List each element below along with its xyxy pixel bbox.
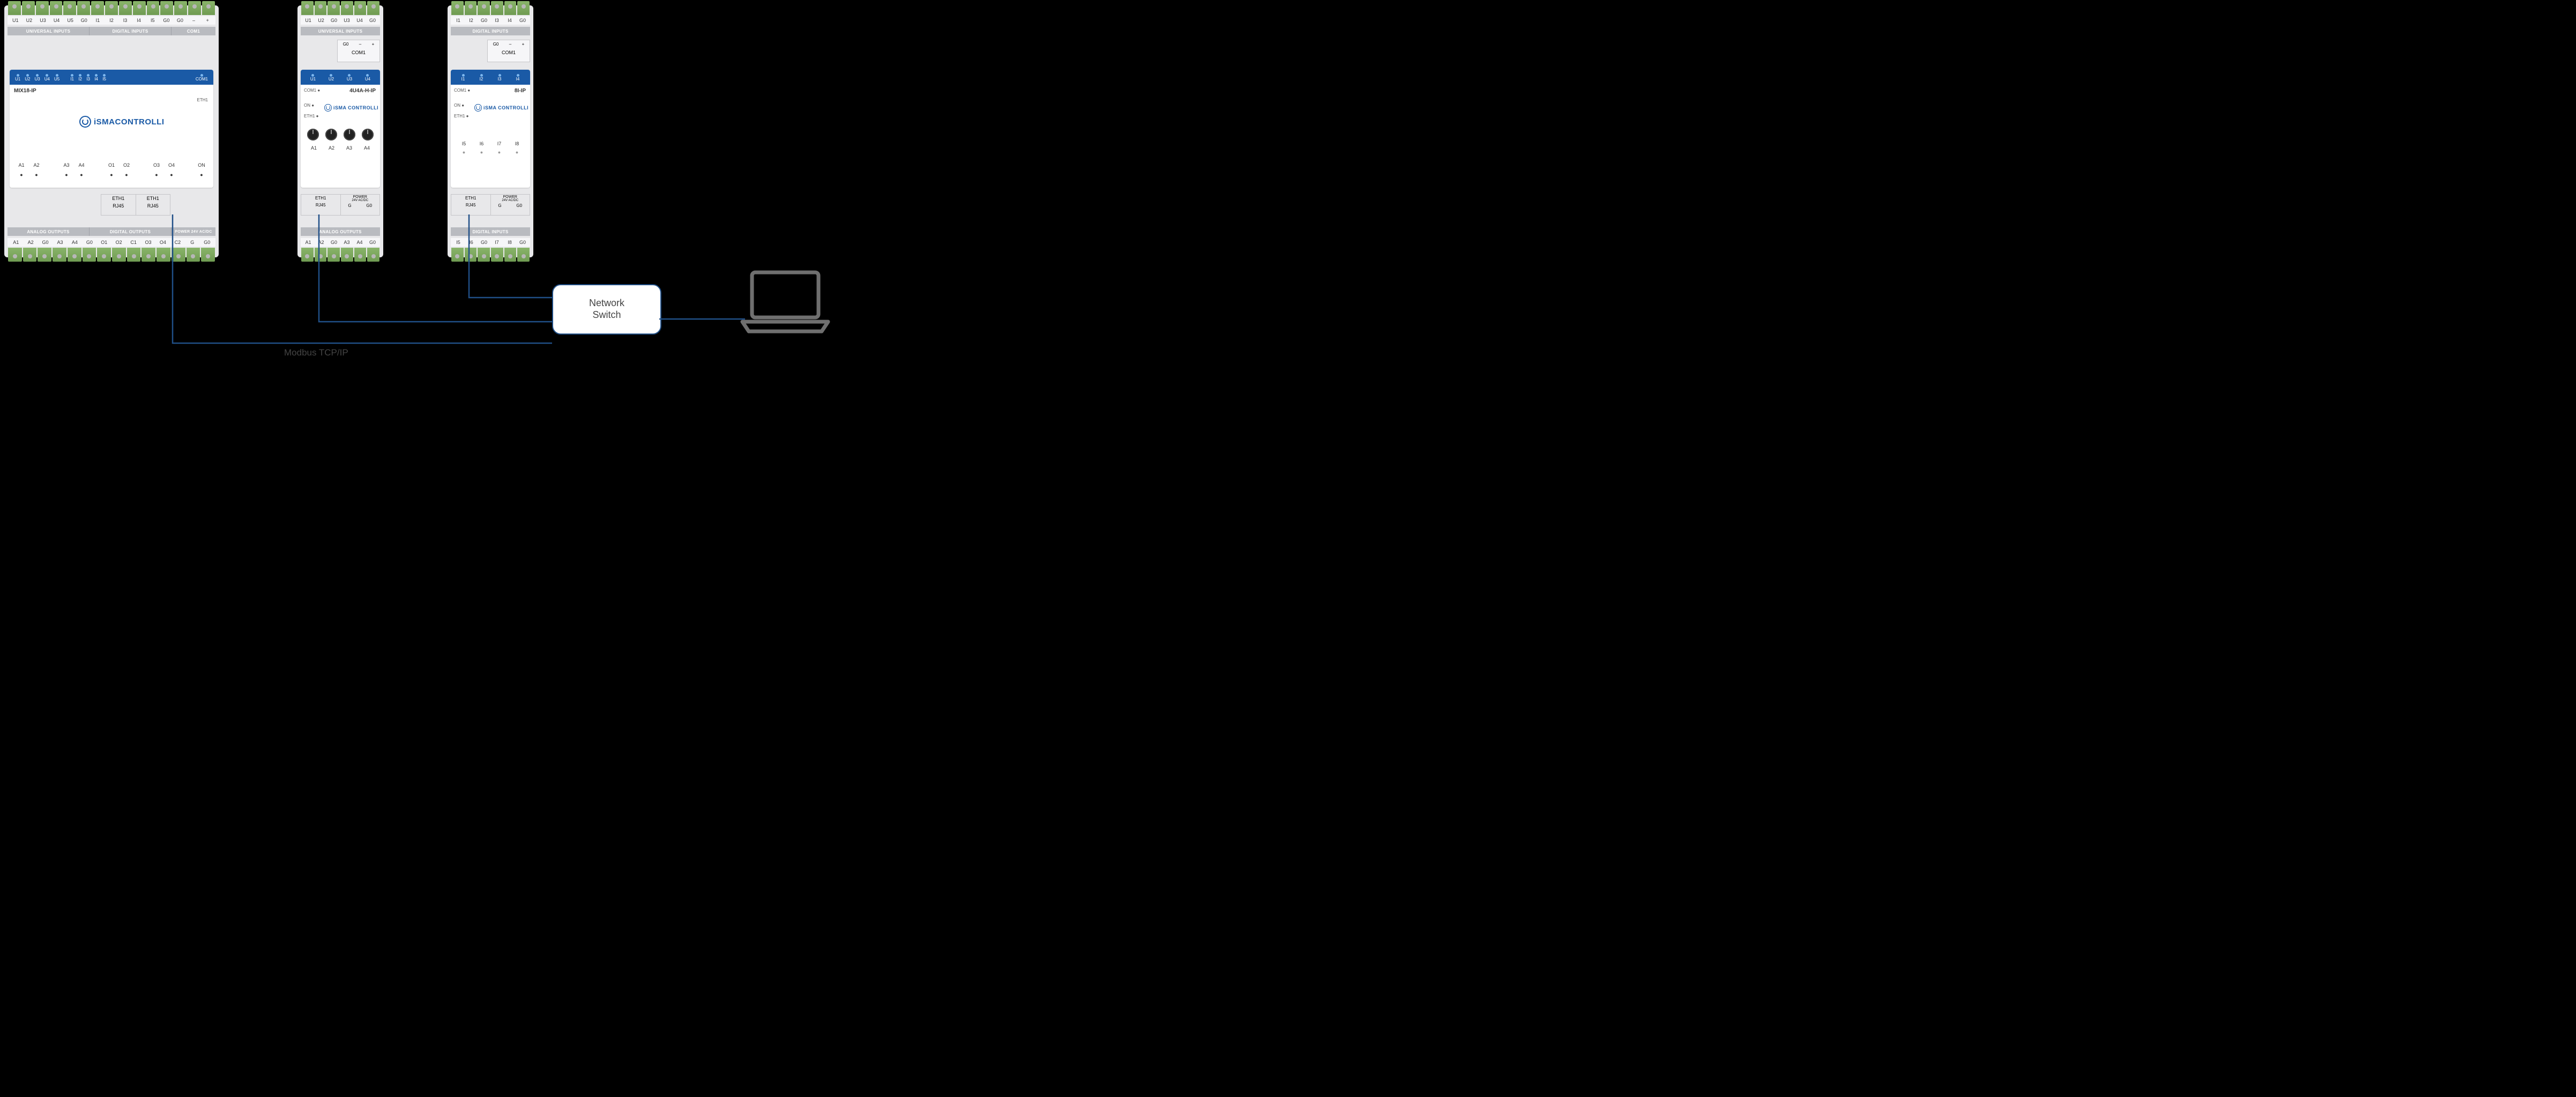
top-section-bar: DIGITAL INPUTS [451,27,530,35]
top-section-bar: UNIVERSAL INPUTS DIGITAL INPUTS COM1 [8,27,215,35]
bottom-section-bar: ANALOG OUTPUTS DIGITAL OUTPUTS POWER 24V… [8,227,215,236]
top-terminal-labels: U1U2U3 U4U5G0 I1I2I3 I4I5G0 G0–+ [8,16,215,25]
module-4u4a: U1U2G0 U3U4G0 UNIVERSAL INPUTS G0–+ COM1… [297,5,383,257]
com1-side: COM1 ● [304,88,320,93]
top-terminal-labels: U1U2G0 U3U4G0 [301,16,380,25]
eth1-side: ETH1 ● [454,114,469,118]
model-name: MIX18-IP [14,88,36,94]
network-switch: Network Switch [552,284,661,335]
module-8iip: I1I2G0 I3I4G0 DIGITAL INPUTS G0–+ COM1 I… [448,5,533,257]
com1-box: G0–+ COM1 [487,40,530,62]
knob-a1[interactable] [307,129,319,140]
lower-led-dots: ●●●● ●●●●● [13,171,210,179]
bottom-terminals [297,248,383,262]
top-terminals [448,1,533,15]
knob-a2[interactable] [325,129,337,140]
model-name: 8I-IP [515,88,526,94]
top-terminals [4,1,219,15]
bottom-section-bar: ANALOG OUTPUTS [301,227,380,236]
bottom-terminal-labels: A1A2G0 A3A4G0 O1O2C1 O3O4C2 GG0 [8,238,215,247]
laptop-icon [737,268,833,340]
logo-icon [79,116,91,128]
knob-a4[interactable] [362,129,374,140]
model-row: MIX18-IP [14,88,209,94]
port-power-row: ETH1RJ45 POWER 24V AC/DC GG0 [451,194,530,216]
brand-logo: iSMA CONTROLLI [474,104,528,112]
eth1-side: ETH1 ● [304,114,319,118]
knob-labels: A1A2 A3A4 [304,144,377,152]
top-terminal-labels: I1I2G0 I3I4G0 [451,16,530,25]
bottom-terminal-labels: I5I6G0 I7I8G0 [451,238,530,247]
eth1-label: ETH1 [197,98,208,102]
lower-led-dots: ●●●● [454,148,527,157]
com1-box: G0–+ COM1 [337,40,380,62]
knob-a3[interactable] [344,129,355,140]
top-section-bar: UNIVERSAL INPUTS [301,27,380,35]
led-band: U1 U2 U3 U4 U5 I1 I2 I3 I4 I5 COM1 [10,70,213,85]
top-terminals [297,1,383,15]
center-plate: U1 U2 U3 U4 4U4A-H-IP COM1 ● ON ● ETH1 ●… [301,70,380,188]
com1-side: COM1 ● [454,88,470,93]
led-band: U1 U2 U3 U4 [301,70,380,85]
on-side: ON ● [304,103,314,108]
lower-leds: I5I6 I7I8 [454,139,527,148]
center-plate: I1 I2 I3 I4 8I-IP COM1 ● ON ● ETH1 ● iSM… [451,70,530,188]
logo-icon [474,104,482,112]
protocol-label: Modbus TCP/IP [284,347,348,358]
bottom-terminals [448,248,533,262]
module-mix18ip: U1U2U3 U4U5G0 I1I2I3 I4I5G0 G0–+ UNIVERS… [4,5,219,257]
led-band: I1 I2 I3 I4 [451,70,530,85]
port-power-row: ETH1RJ45 POWER 24V AC/DC GG0 [301,194,380,216]
lower-led-row: A1A2 A3A4 O1O2 O3O4 ON [13,161,210,169]
bottom-terminals [4,248,219,262]
network-switch-label: Network Switch [589,298,624,321]
bottom-terminal-labels: A1A2G0 A3A4G0 [301,238,380,247]
brand-logo: iSMA CONTROLLI [324,104,378,112]
bottom-section-bar: DIGITAL INPUTS [451,227,530,236]
model-name: 4U4A-H-IP [349,88,376,94]
brand-logo: iSMACONTROLLI [79,116,165,128]
port-area: ETH1 RJ45 ETH1 RJ45 [101,194,170,216]
knob-row [304,129,377,140]
logo-icon [324,104,332,112]
on-side: ON ● [454,103,464,108]
center-plate: U1 U2 U3 U4 U5 I1 I2 I3 I4 I5 COM1 MIX18… [10,70,213,188]
